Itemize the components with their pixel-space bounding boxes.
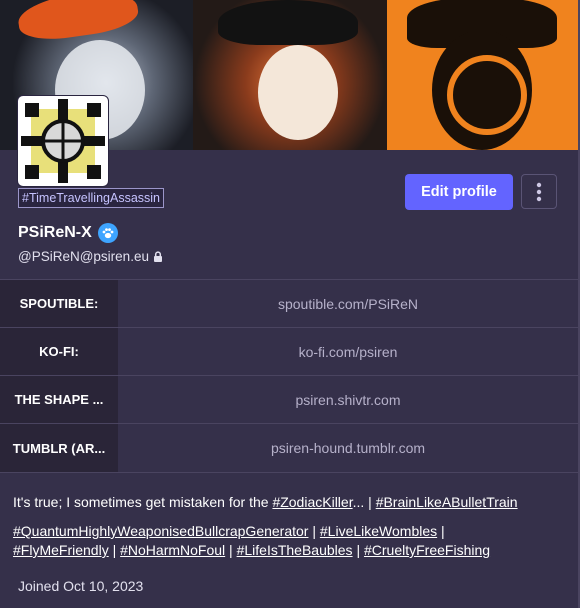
profile-hashtag-badge[interactable]: #TimeTravellingAssassin — [18, 188, 165, 208]
display-name: PSiReN-X — [18, 223, 118, 243]
kebab-menu-icon — [536, 182, 542, 201]
bio-paragraph: It's true; I sometimes get mistaken for … — [13, 494, 518, 510]
hashtag-link[interactable]: #LiveLikeWombles — [320, 523, 437, 539]
hashtag-link[interactable]: #LifeIsTheBaubles — [237, 542, 353, 558]
field-name: THE SHAPE ... — [0, 376, 118, 423]
paw-badge-icon — [97, 223, 118, 243]
hashtag-link[interactable]: #NoHarmNoFoul — [120, 542, 225, 558]
field-row-spoutible: SPOUTIBLE: spoutible.com/PSiReN — [0, 279, 578, 327]
banner-image-fox — [193, 0, 387, 150]
account-handle: @PSiReN@psiren.eu — [18, 249, 163, 264]
profile-fields: SPOUTIBLE: spoutible.com/PSiReN KO-FI: k… — [0, 279, 578, 473]
more-options-button[interactable] — [521, 174, 557, 209]
hashtag-link[interactable]: #FlyMeFriendly — [13, 542, 109, 558]
display-name-text: PSiReN-X — [18, 224, 92, 241]
field-name: TUMBLR (AR... — [0, 424, 118, 472]
field-name: SPOUTIBLE: — [0, 280, 118, 327]
hashtag-link[interactable]: #QuantumHighlyWeaponisedBullcrapGenerato… — [13, 523, 308, 539]
field-value-link[interactable]: psiren.shivtr.com — [118, 376, 578, 423]
profile-bio: It's true; I sometimes get mistaken for … — [13, 493, 568, 560]
field-value-link[interactable]: spoutible.com/PSiReN — [118, 280, 578, 327]
bio-paragraph: #QuantumHighlyWeaponisedBullcrapGenerato… — [13, 523, 491, 558]
lock-icon — [153, 251, 162, 262]
avatar[interactable] — [17, 95, 109, 187]
field-name: KO-FI: — [0, 328, 118, 375]
crosshair-avatar-icon — [21, 99, 105, 183]
hashtag-link[interactable]: #CrueltyFreeFishing — [364, 542, 490, 558]
field-row-kofi: KO-FI: ko-fi.com/psiren — [0, 327, 578, 375]
joined-date: Joined Oct 10, 2023 — [18, 578, 144, 594]
hashtag-link[interactable]: #BrainLikeABulletTrain — [376, 494, 518, 510]
field-value-link[interactable]: ko-fi.com/psiren — [118, 328, 578, 375]
hashtag-link[interactable]: #ZodiacKiller — [272, 494, 352, 510]
field-row-the-shape: THE SHAPE ... psiren.shivtr.com — [0, 375, 578, 423]
field-value-link[interactable]: psiren-hound.tumblr.com — [118, 424, 578, 472]
edit-profile-button[interactable]: Edit profile — [405, 174, 513, 210]
banner-image-pirate — [386, 0, 580, 150]
field-row-tumblr: TUMBLR (AR... psiren-hound.tumblr.com — [0, 423, 578, 473]
handle-text[interactable]: @PSiReN@psiren.eu — [18, 249, 149, 264]
